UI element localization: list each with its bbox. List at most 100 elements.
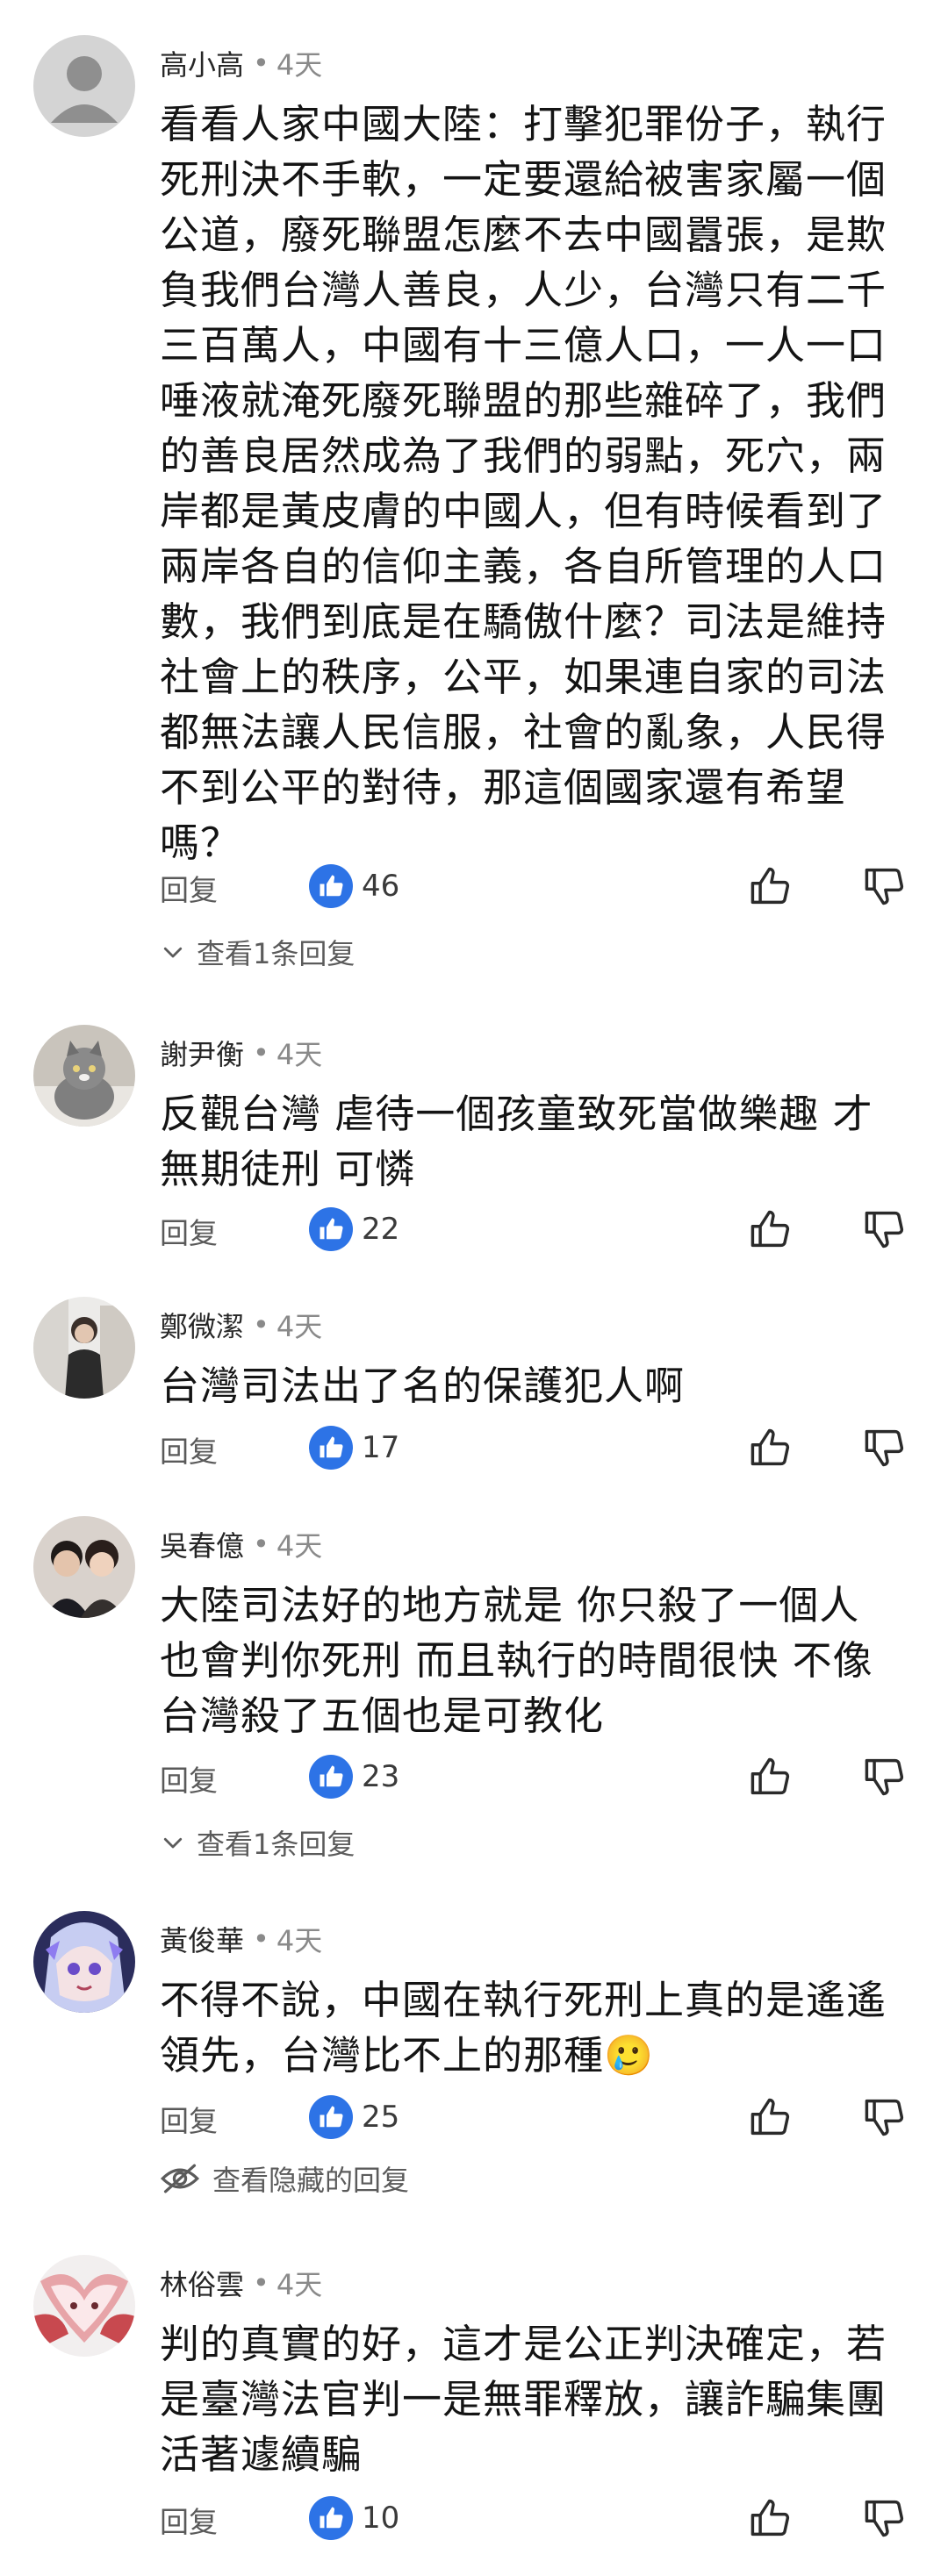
comment-actions: 回复 17 — [160, 1421, 923, 1474]
thumb-down-icon[interactable] — [862, 2094, 908, 2140]
anime-character-avatar[interactable] — [33, 1911, 135, 2013]
like-count: 17 — [362, 1430, 400, 1465]
comment-item: 林俗雲 • 4天 判的真實的好，這才是公正判決確定，若 是臺灣法官判一是無罪釋放… — [0, 2255, 948, 2562]
like-count: 46 — [362, 869, 400, 904]
like-count: 10 — [362, 2501, 400, 2536]
thumb-up-icon[interactable] — [748, 1425, 794, 1470]
comment-author[interactable]: 吳春億 — [160, 1524, 244, 1564]
comment-text-line: 三百萬人，中國有十三億人口，一人一口 — [160, 322, 887, 369]
comment-author[interactable]: 林俗雲 — [160, 2263, 244, 2303]
comment-text: 看看人家中國大陸：打擊犯罪份子，執行 死刑決不手軟，一定要還給被害家屬一個 公道… — [160, 97, 922, 870]
comment-time: 4天 — [276, 1310, 323, 1343]
comment-text-line: 大陸司法好的地方就是 你只殺了一個人 — [160, 1582, 860, 1628]
thumb-up-icon[interactable] — [748, 1206, 794, 1252]
comment-text-line: 兩岸各自的信仰主義，各自所管理的人口 — [160, 543, 887, 590]
like-indicator: 10 — [309, 2492, 399, 2544]
like-badge-icon — [309, 2095, 353, 2139]
comment-text-line: 負我們台灣人善良，人少，台灣只有二千 — [160, 267, 887, 313]
reply-button[interactable]: 回复 — [160, 1428, 218, 1470]
separator-dot: • — [253, 1528, 269, 1561]
comment-header: 吳春億 • 4天 — [160, 1520, 322, 1569]
comment-actions: 回复 10 — [160, 2492, 923, 2544]
comment-time: 4天 — [276, 1924, 323, 1957]
comment-header: 黃俊華 • 4天 — [160, 1914, 322, 1964]
like-badge-icon — [309, 1426, 353, 1470]
comment-text-line: 死刑決不手軟，一定要還給被害家屬一個 — [160, 156, 887, 203]
comment-text-line: 是臺灣法官判一是無罪釋放，讓詐騙集團 — [160, 2376, 887, 2422]
reply-button[interactable]: 回复 — [160, 2098, 218, 2140]
thumb-up-icon[interactable] — [748, 2495, 794, 2541]
like-indicator: 22 — [309, 1203, 399, 1256]
comment-text: 大陸司法好的地方就是 你只殺了一個人 也會判你死刑 而且執行的時間很快 不像 台… — [160, 1578, 922, 1743]
reply-button[interactable]: 回复 — [160, 867, 218, 909]
comment-item: 謝尹衡 • 4天 反觀台灣 虐待一個孩童致死當做樂趣 才 無期徒刑 可憐 回复 … — [0, 1025, 948, 1270]
comment-time: 4天 — [276, 2268, 323, 2301]
comment-text-line: 不得不說，中國在執行死刑上真的是遙遙 — [160, 1977, 887, 2023]
comment-time: 4天 — [276, 1038, 323, 1071]
comment-actions: 回复 46 — [160, 860, 923, 912]
thumb-down-icon[interactable] — [862, 863, 908, 909]
thumb-down-icon[interactable] — [862, 1206, 908, 1252]
comment-text-line: 唾液就淹死廢死聯盟的那些雜碎了，我們 — [160, 377, 887, 424]
like-badge-icon — [309, 1755, 353, 1799]
chevron-down-icon — [163, 1837, 183, 1849]
comment-item: 高小高 • 4天 看看人家中國大陸：打擊犯罪份子，執行 死刑決不手軟，一定要還給… — [0, 35, 948, 1000]
comment-item: 鄭微潔 • 4天 台灣司法出了名的保護犯人啊 回复 17 — [0, 1297, 948, 1490]
thumb-up-icon[interactable] — [748, 2094, 794, 2140]
comment-item: 吳春億 • 4天 大陸司法好的地方就是 你只殺了一個人 也會判你死刑 而且執行的… — [0, 1516, 948, 1885]
thumb-up-icon[interactable] — [748, 863, 794, 909]
thumb-up-icon[interactable] — [748, 1754, 794, 1800]
eye-off-icon — [160, 2164, 200, 2193]
comment-text-line: 也會判你死刑 而且執行的時間很快 不像 — [160, 1637, 873, 1684]
view-replies-link[interactable]: 查看1条回复 — [160, 930, 355, 974]
cat-photo-avatar[interactable] — [33, 1025, 135, 1127]
comment-text-line: 都無法讓人民信服，社會的亂象，人民得 — [160, 709, 887, 755]
comment-text-line: 社會上的秩序，公平，如果連自家的司法 — [160, 654, 887, 700]
default-user-avatar[interactable] — [33, 35, 135, 137]
comment-text-line: 反觀台灣 虐待一個孩童致死當做樂趣 才 — [160, 1091, 873, 1137]
like-badge-icon — [309, 864, 353, 908]
comment-text: 台灣司法出了名的保護犯人啊 — [160, 1358, 922, 1413]
like-indicator: 17 — [309, 1421, 399, 1474]
like-count: 25 — [362, 2100, 400, 2135]
comment-text-line: 數，我們到底是在驕傲什麼？司法是維持 — [160, 598, 887, 645]
thumb-down-icon[interactable] — [862, 1754, 908, 1800]
comment-author[interactable]: 鄭微潔 — [160, 1305, 244, 1345]
comment-text-line: 看看人家中國大陸：打擊犯罪份子，執行 — [160, 101, 887, 147]
comment-text: 反觀台灣 虐待一個孩童致死當做樂趣 才 無期徒刑 可憐 — [160, 1086, 922, 1197]
comment-text-line: 判的真實的好，這才是公正判決確定，若 — [160, 2321, 887, 2367]
separator-dot: • — [253, 1036, 269, 1070]
fox-art-avatar[interactable] — [33, 2255, 135, 2357]
comment-author[interactable]: 高小高 — [160, 43, 244, 83]
comment-header: 林俗雲 • 4天 — [160, 2258, 322, 2308]
view-replies-label: 查看1条回复 — [197, 937, 356, 970]
comment-text-line: 無期徒刑 可憐 — [160, 1146, 416, 1192]
couple-photo-avatar[interactable] — [33, 1516, 135, 1618]
separator-dot: • — [253, 2266, 269, 2300]
comment-text-line: 不到公平的對待，那這個國家還有希望 — [160, 764, 847, 811]
comment-header: 鄭微潔 • 4天 — [160, 1300, 322, 1349]
comment-author[interactable]: 謝尹衡 — [160, 1033, 244, 1073]
reply-button[interactable]: 回复 — [160, 2499, 218, 2541]
thumb-down-icon[interactable] — [862, 1425, 908, 1470]
comment-actions: 回复 22 — [160, 1203, 923, 1256]
comment-author[interactable]: 黃俊華 — [160, 1919, 244, 1959]
comment-text: 不得不說，中國在執行死刑上真的是遙遙 領先，台灣比不上的那種🥲 — [160, 1972, 922, 2083]
chevron-down-icon — [163, 947, 183, 958]
comment-text-line: 的善良居然成為了我們的弱點，死穴，兩 — [160, 433, 887, 479]
view-replies-link[interactable]: 查看1条回复 — [160, 1821, 355, 1864]
comment-text-line: 領先，台灣比不上的那種🥲 — [160, 2032, 655, 2079]
comment-actions: 回复 25 — [160, 2091, 923, 2143]
separator-dot: • — [253, 1922, 269, 1956]
view-hidden-replies-link[interactable]: 查看隐藏的回复 — [160, 2157, 409, 2200]
reply-button[interactable]: 回复 — [160, 1210, 218, 1252]
like-badge-icon — [309, 1207, 353, 1251]
separator-dot: • — [253, 1308, 269, 1342]
comment-text-line: 台灣司法出了名的保護犯人啊 — [160, 1363, 686, 1409]
like-count: 22 — [362, 1212, 400, 1247]
person-photo-avatar[interactable] — [33, 1297, 135, 1399]
thumb-down-icon[interactable] — [862, 2495, 908, 2541]
reply-button[interactable]: 回复 — [160, 1757, 218, 1800]
like-indicator: 23 — [309, 1750, 399, 1803]
like-count: 23 — [362, 1759, 400, 1794]
